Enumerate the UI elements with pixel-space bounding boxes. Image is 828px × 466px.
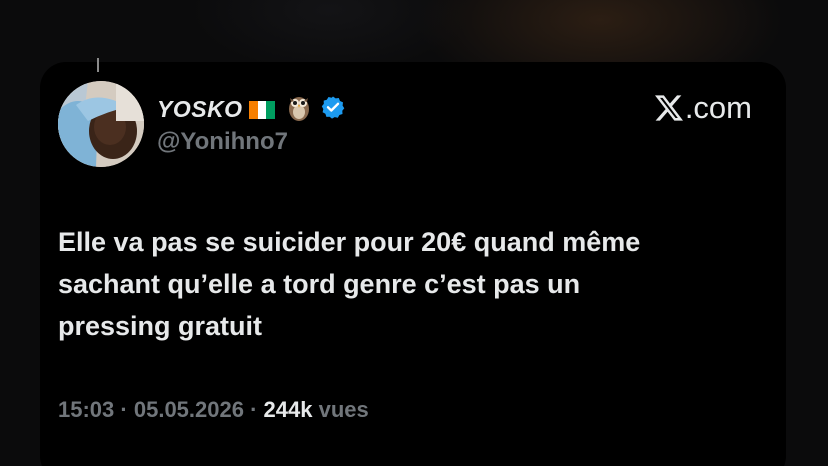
brand-text: .com — [684, 90, 752, 125]
tweet-text-line: pressing gratuit — [58, 311, 263, 341]
meta-separator: · — [120, 397, 128, 422]
tweet-text: Elle va pas se suicider pour 20€ quand m… — [58, 221, 778, 347]
avatar[interactable] — [58, 81, 144, 167]
tweet-text-line: Elle va pas se suicider pour 20€ quand m… — [58, 227, 641, 257]
tweet-meta: 15:03 · 05.05.2026 · 244k vues — [58, 397, 369, 423]
tweet-text-line: sachant qu’elle a tord genre c’est pas u… — [58, 269, 581, 299]
user-handle[interactable]: @Yonihno7 — [157, 128, 288, 156]
tweet-time[interactable]: 15:03 — [58, 397, 114, 422]
verified-badge-icon — [321, 95, 345, 124]
views-label: vues — [318, 397, 369, 422]
brand-link[interactable]: .com — [654, 90, 752, 126]
card-tick-mark — [97, 58, 99, 72]
meta-separator: · — [250, 397, 258, 422]
views-count[interactable]: 244k — [264, 397, 313, 422]
x-logo-icon — [654, 95, 683, 121]
owl-emoji-icon — [287, 92, 311, 127]
ivory-coast-flag-icon — [248, 100, 275, 119]
tweet-date[interactable]: 05.05.2026 — [134, 397, 244, 422]
display-name-row: YOSKO — [157, 92, 345, 127]
display-name[interactable]: YOSKO — [157, 96, 243, 123]
